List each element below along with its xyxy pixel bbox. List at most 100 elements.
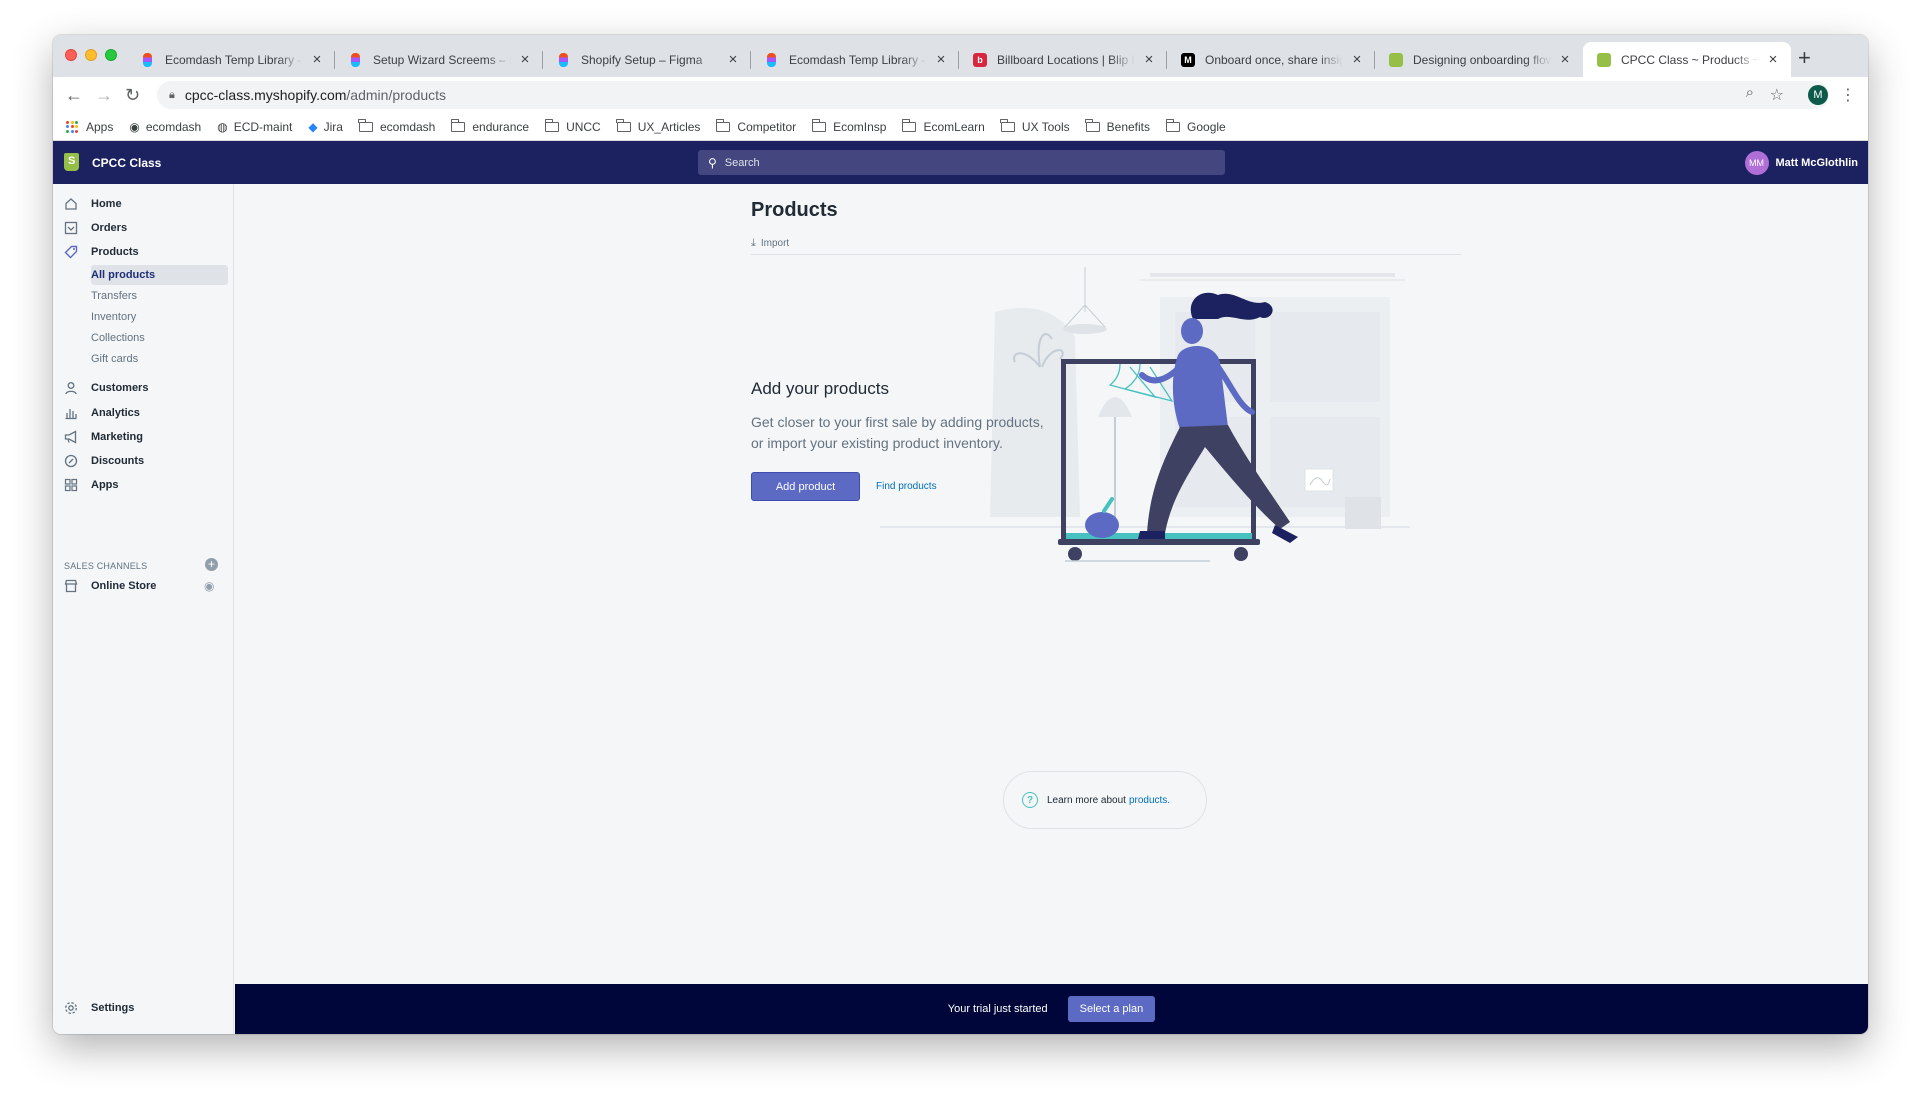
bookmark-folder[interactable]: EcomLearn (901, 118, 985, 134)
question-icon: ? (1022, 792, 1038, 808)
add-product-button[interactable]: Add product (751, 472, 860, 501)
sidebar-item-home[interactable]: Home (53, 194, 122, 214)
back-arrow-icon[interactable]: ← (65, 85, 83, 105)
close-icon[interactable]: × (1349, 51, 1365, 68)
menu-kebab-icon[interactable]: ⋮ (1840, 85, 1856, 105)
search-bar[interactable]: ⚲ (698, 150, 1225, 175)
gear-icon (64, 1001, 78, 1015)
tab-title: Ecomdash Temp Library – F (165, 52, 303, 67)
address-bar[interactable]: 🔒︎ cpcc-class.myshopify.com/admin/produc… (157, 81, 1829, 109)
add-sales-channel-icon[interactable]: + (205, 558, 218, 571)
sidebar-item-analytics[interactable]: Analytics (53, 403, 140, 423)
sidebar-subitem-inventory[interactable]: Inventory (91, 307, 228, 327)
bookmark-star-icon[interactable]: ☆ (1770, 85, 1784, 105)
bookmark-jira[interactable]: ◆ Jira (308, 120, 343, 134)
tab-title: CPCC Class ~ Products ~ S (1621, 52, 1759, 67)
maximize-window-button[interactable] (105, 49, 117, 61)
shopify-logo-icon[interactable] (64, 153, 79, 171)
bookmark-ecomdash[interactable]: ◉ ecomdash (129, 120, 201, 134)
close-icon[interactable]: × (309, 51, 325, 68)
close-icon[interactable]: × (517, 51, 533, 68)
orders-icon (64, 221, 78, 235)
avatar: MM (1744, 151, 1769, 175)
new-tab-button[interactable]: + (1798, 45, 1811, 71)
figma-icon (767, 52, 776, 67)
import-button[interactable]: ⤓ Import (751, 237, 789, 250)
bar-chart-icon (64, 406, 78, 420)
trial-banner: Your trial just started Select a plan (235, 984, 1868, 1034)
close-icon[interactable]: × (933, 51, 949, 68)
sidebar-subitem-collections[interactable]: Collections (91, 328, 228, 348)
medium-icon: M (1181, 52, 1195, 67)
learn-more-link[interactable]: products. (1129, 795, 1170, 806)
trial-status: Your trial just started (947, 1003, 1048, 1015)
bookmark-folder[interactable]: EcomInsp (811, 118, 886, 134)
browser-tab-active[interactable]: CPCC Class ~ Products ~ S × (1583, 42, 1791, 77)
tag-icon (64, 245, 78, 259)
browser-tab[interactable]: Ecomdash Temp Library – F × (127, 42, 335, 77)
browser-tab[interactable]: Ecomdash Temp Library – F × (751, 42, 959, 77)
user-name: Matt McGlothlin (1775, 157, 1859, 169)
sidebar: Home Orders Products All products Transf… (53, 184, 234, 1034)
close-icon[interactable]: × (725, 51, 741, 68)
bookmarks-bar: Apps ◉ ecomdash ◍ ECD-maint ◆ Jira ecomd… (53, 113, 1868, 141)
browser-tab[interactable]: M Onboard once, share insigh × (1167, 42, 1375, 77)
browser-tab[interactable]: b Billboard Locations | Blip Bi × (959, 42, 1167, 77)
bookmark-folder[interactable]: Benefits (1085, 118, 1150, 134)
sidebar-item-apps[interactable]: Apps (53, 475, 119, 495)
zoom-icon[interactable]: ⌕ (1746, 84, 1754, 101)
bookmark-folder[interactable]: Competitor (715, 118, 796, 134)
tab-title: Ecomdash Temp Library – F (789, 52, 927, 67)
bookmark-folder[interactable]: endurance (450, 118, 529, 134)
apps-grid-icon (66, 120, 78, 133)
discount-icon (64, 454, 78, 468)
folder-icon (901, 118, 917, 132)
bookmark-folder[interactable]: Google (1165, 118, 1226, 134)
close-icon[interactable]: × (1765, 51, 1781, 68)
jira-icon: ◆ (308, 119, 318, 134)
folder-icon (616, 118, 631, 132)
sidebar-item-online-store[interactable]: Online Store (53, 576, 156, 596)
bookmark-folder[interactable]: UX Tools (1000, 118, 1070, 134)
search-input[interactable] (724, 156, 1205, 169)
folder-icon (715, 118, 731, 132)
search-icon: ⚲ (708, 155, 717, 170)
browser-tab[interactable]: Shopify Setup – Figma × (543, 42, 751, 77)
folder-icon (358, 118, 373, 132)
bookmark-ecd-maint[interactable]: ◍ ECD-maint (217, 120, 292, 134)
close-icon[interactable]: × (1557, 51, 1573, 68)
sidebar-item-customers[interactable]: Customers (53, 378, 148, 398)
bookmark-folder[interactable]: UX_Articles (616, 118, 700, 134)
sidebar-item-orders[interactable]: Orders (53, 218, 127, 238)
user-menu[interactable]: MM Matt McGlothlin (1744, 151, 1859, 175)
reload-icon[interactable]: ↻ (125, 85, 140, 105)
select-plan-button[interactable]: Select a plan (1067, 996, 1156, 1022)
main-content: Products ⤓ Import Add your products Get … (235, 184, 1868, 1034)
sidebar-subitem-transfers[interactable]: Transfers (91, 286, 228, 306)
store-name[interactable]: CPCC Class (92, 156, 161, 170)
browser-tab[interactable]: Designing onboarding flow × (1375, 42, 1583, 77)
profile-avatar[interactable]: M (1808, 85, 1828, 105)
sidebar-subitem-gift-cards[interactable]: Gift cards (91, 349, 228, 369)
download-icon: ⤓ (751, 237, 756, 249)
bookmark-folder[interactable]: UNCC (544, 118, 601, 134)
sidebar-item-discounts[interactable]: Discounts (53, 451, 144, 471)
sidebar-item-marketing[interactable]: Marketing (53, 427, 143, 447)
url-path: /admin/products (346, 87, 447, 103)
bookmark-folder[interactable]: ecomdash (358, 118, 435, 134)
sidebar-item-products[interactable]: Products (53, 242, 139, 262)
eye-icon[interactable]: ◉ (204, 579, 214, 593)
forward-arrow-icon[interactable]: → (95, 85, 113, 105)
find-products-link[interactable]: Find products (876, 481, 937, 492)
close-window-button[interactable] (65, 49, 77, 61)
close-icon[interactable]: × (1141, 51, 1157, 68)
browser-tab[interactable]: Setup Wizard Screems – Fi × (335, 42, 543, 77)
minimize-window-button[interactable] (85, 49, 97, 61)
folder-icon (1000, 118, 1015, 132)
sidebar-item-settings[interactable]: Settings (53, 998, 134, 1018)
folder-icon (1165, 118, 1181, 132)
folder-icon (544, 118, 560, 132)
shopify-icon (1389, 52, 1403, 67)
sidebar-subitem-all-products[interactable]: All products (91, 265, 228, 285)
bookmark-apps[interactable]: Apps (66, 120, 113, 134)
